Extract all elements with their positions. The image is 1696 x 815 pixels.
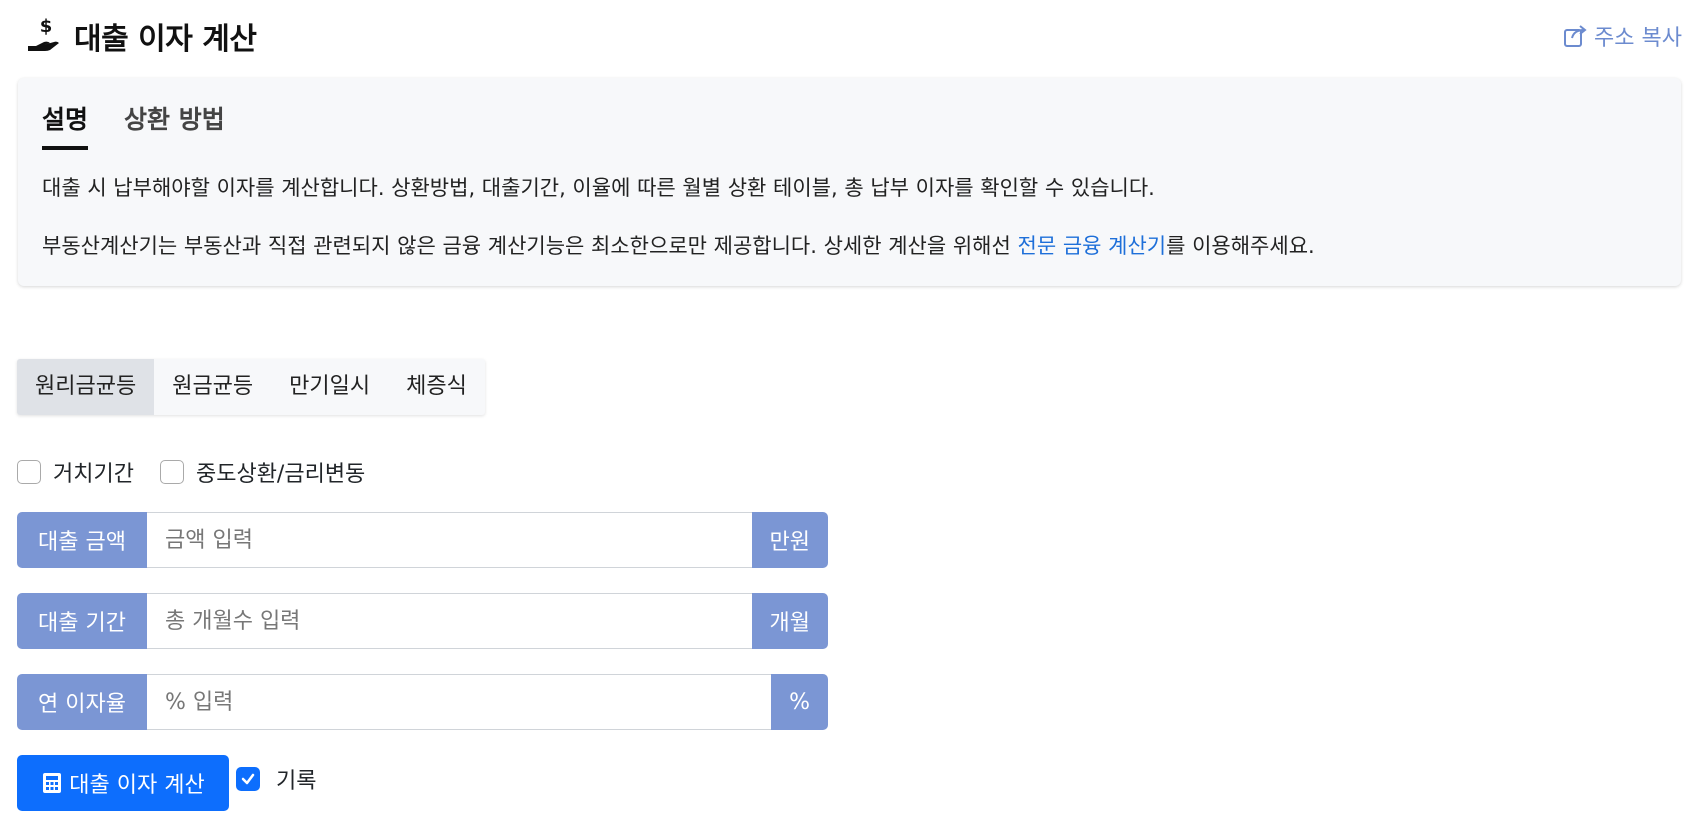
loan-period-group: 대출 기간 개월 [17, 593, 828, 649]
tab-description[interactable]: 설명 [42, 100, 89, 150]
description-card: 설명 상환 방법 대출 시 납부해야할 이자를 계산합니다. 상환방법, 대출기… [18, 78, 1681, 286]
description-paragraph-1: 대출 시 납부해야할 이자를 계산합니다. 상환방법, 대출기간, 이율에 따른… [42, 176, 1155, 200]
hand-holding-dollar-icon: $ [26, 16, 66, 56]
prepayment-box[interactable] [159, 460, 184, 484]
interest-rate-group: 연 이자율 % [17, 674, 828, 730]
loan-amount-input[interactable] [147, 512, 752, 568]
loan-amount-unit: 만원 [751, 512, 828, 568]
description-paragraph-2-text: 부동산계산기는 부동산과 직접 관련되지 않은 금융 계산기능은 최소한으로만 … [42, 234, 1018, 258]
description-paragraph-2-end: 를 이용해주세요. [1166, 234, 1315, 258]
page-header: $ 대출 이자 계산 [26, 14, 257, 58]
loan-period-input[interactable] [147, 593, 752, 649]
loan-amount-group: 대출 금액 만원 [17, 512, 828, 568]
method-equal-payment[interactable]: 원리금균등 [17, 359, 155, 415]
share-icon [1564, 25, 1587, 47]
loan-period-unit: 개월 [751, 593, 828, 649]
description-tabs: 설명 상환 방법 [42, 100, 261, 150]
page-title: 대출 이자 계산 [74, 22, 257, 57]
loan-period-label: 대출 기간 [17, 593, 147, 649]
finance-calculator-link[interactable]: 전문 금융 계산기 [1018, 234, 1167, 258]
interest-rate-unit: % [771, 674, 828, 730]
calculator-icon [43, 773, 62, 793]
calculate-button[interactable]: 대출 이자 계산 [17, 755, 229, 811]
method-graduated[interactable]: 체증식 [388, 359, 485, 415]
copy-address-button[interactable]: 주소 복사 [1562, 20, 1682, 52]
grace-period-checkbox[interactable]: 거치기간 [17, 456, 134, 488]
loan-amount-label: 대출 금액 [17, 512, 147, 568]
options-row: 거치기간 중도상환/금리변동 [17, 456, 391, 488]
prepayment-label: 중도상환/금리변동 [195, 462, 366, 487]
record-check-icon[interactable] [236, 767, 260, 791]
copy-address-label: 주소 복사 [1594, 26, 1682, 51]
grace-period-label: 거치기간 [53, 462, 134, 487]
repayment-method-group: 원리금균등 원금균등 만기일시 체증식 [17, 359, 485, 415]
record-checkbox[interactable]: 기록 [236, 763, 316, 795]
prepayment-checkbox[interactable]: 중도상환/금리변동 [159, 456, 366, 488]
interest-rate-label: 연 이자율 [17, 674, 147, 730]
grace-period-box[interactable] [17, 460, 41, 484]
method-bullet[interactable]: 만기일시 [271, 359, 388, 415]
calculate-button-label: 대출 이자 계산 [69, 773, 205, 798]
method-equal-principal[interactable]: 원금균등 [154, 359, 271, 415]
svg-text:$: $ [40, 16, 53, 37]
interest-rate-input[interactable] [147, 674, 772, 730]
tab-repayment-method[interactable]: 상환 방법 [124, 100, 225, 150]
description-paragraph-2: 부동산계산기는 부동산과 직접 관련되지 않은 금융 계산기능은 최소한으로만 … [42, 230, 1315, 260]
record-label: 기록 [276, 769, 317, 794]
